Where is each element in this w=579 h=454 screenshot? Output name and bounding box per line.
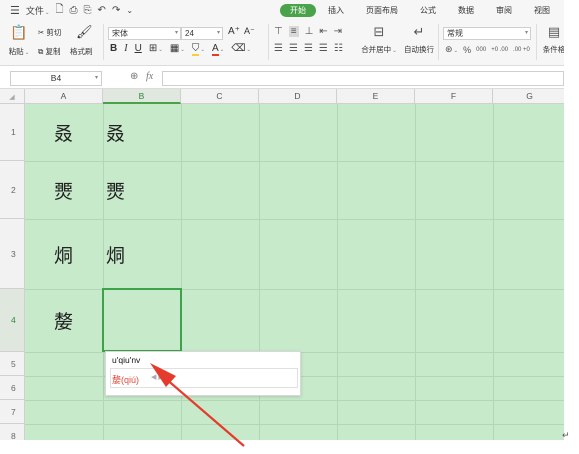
vertical-scrollbar[interactable] [564, 0, 579, 454]
annotation-arrow [150, 363, 245, 447]
return-icon: ↵ [562, 430, 570, 440]
arrow-shaft [157, 371, 245, 447]
